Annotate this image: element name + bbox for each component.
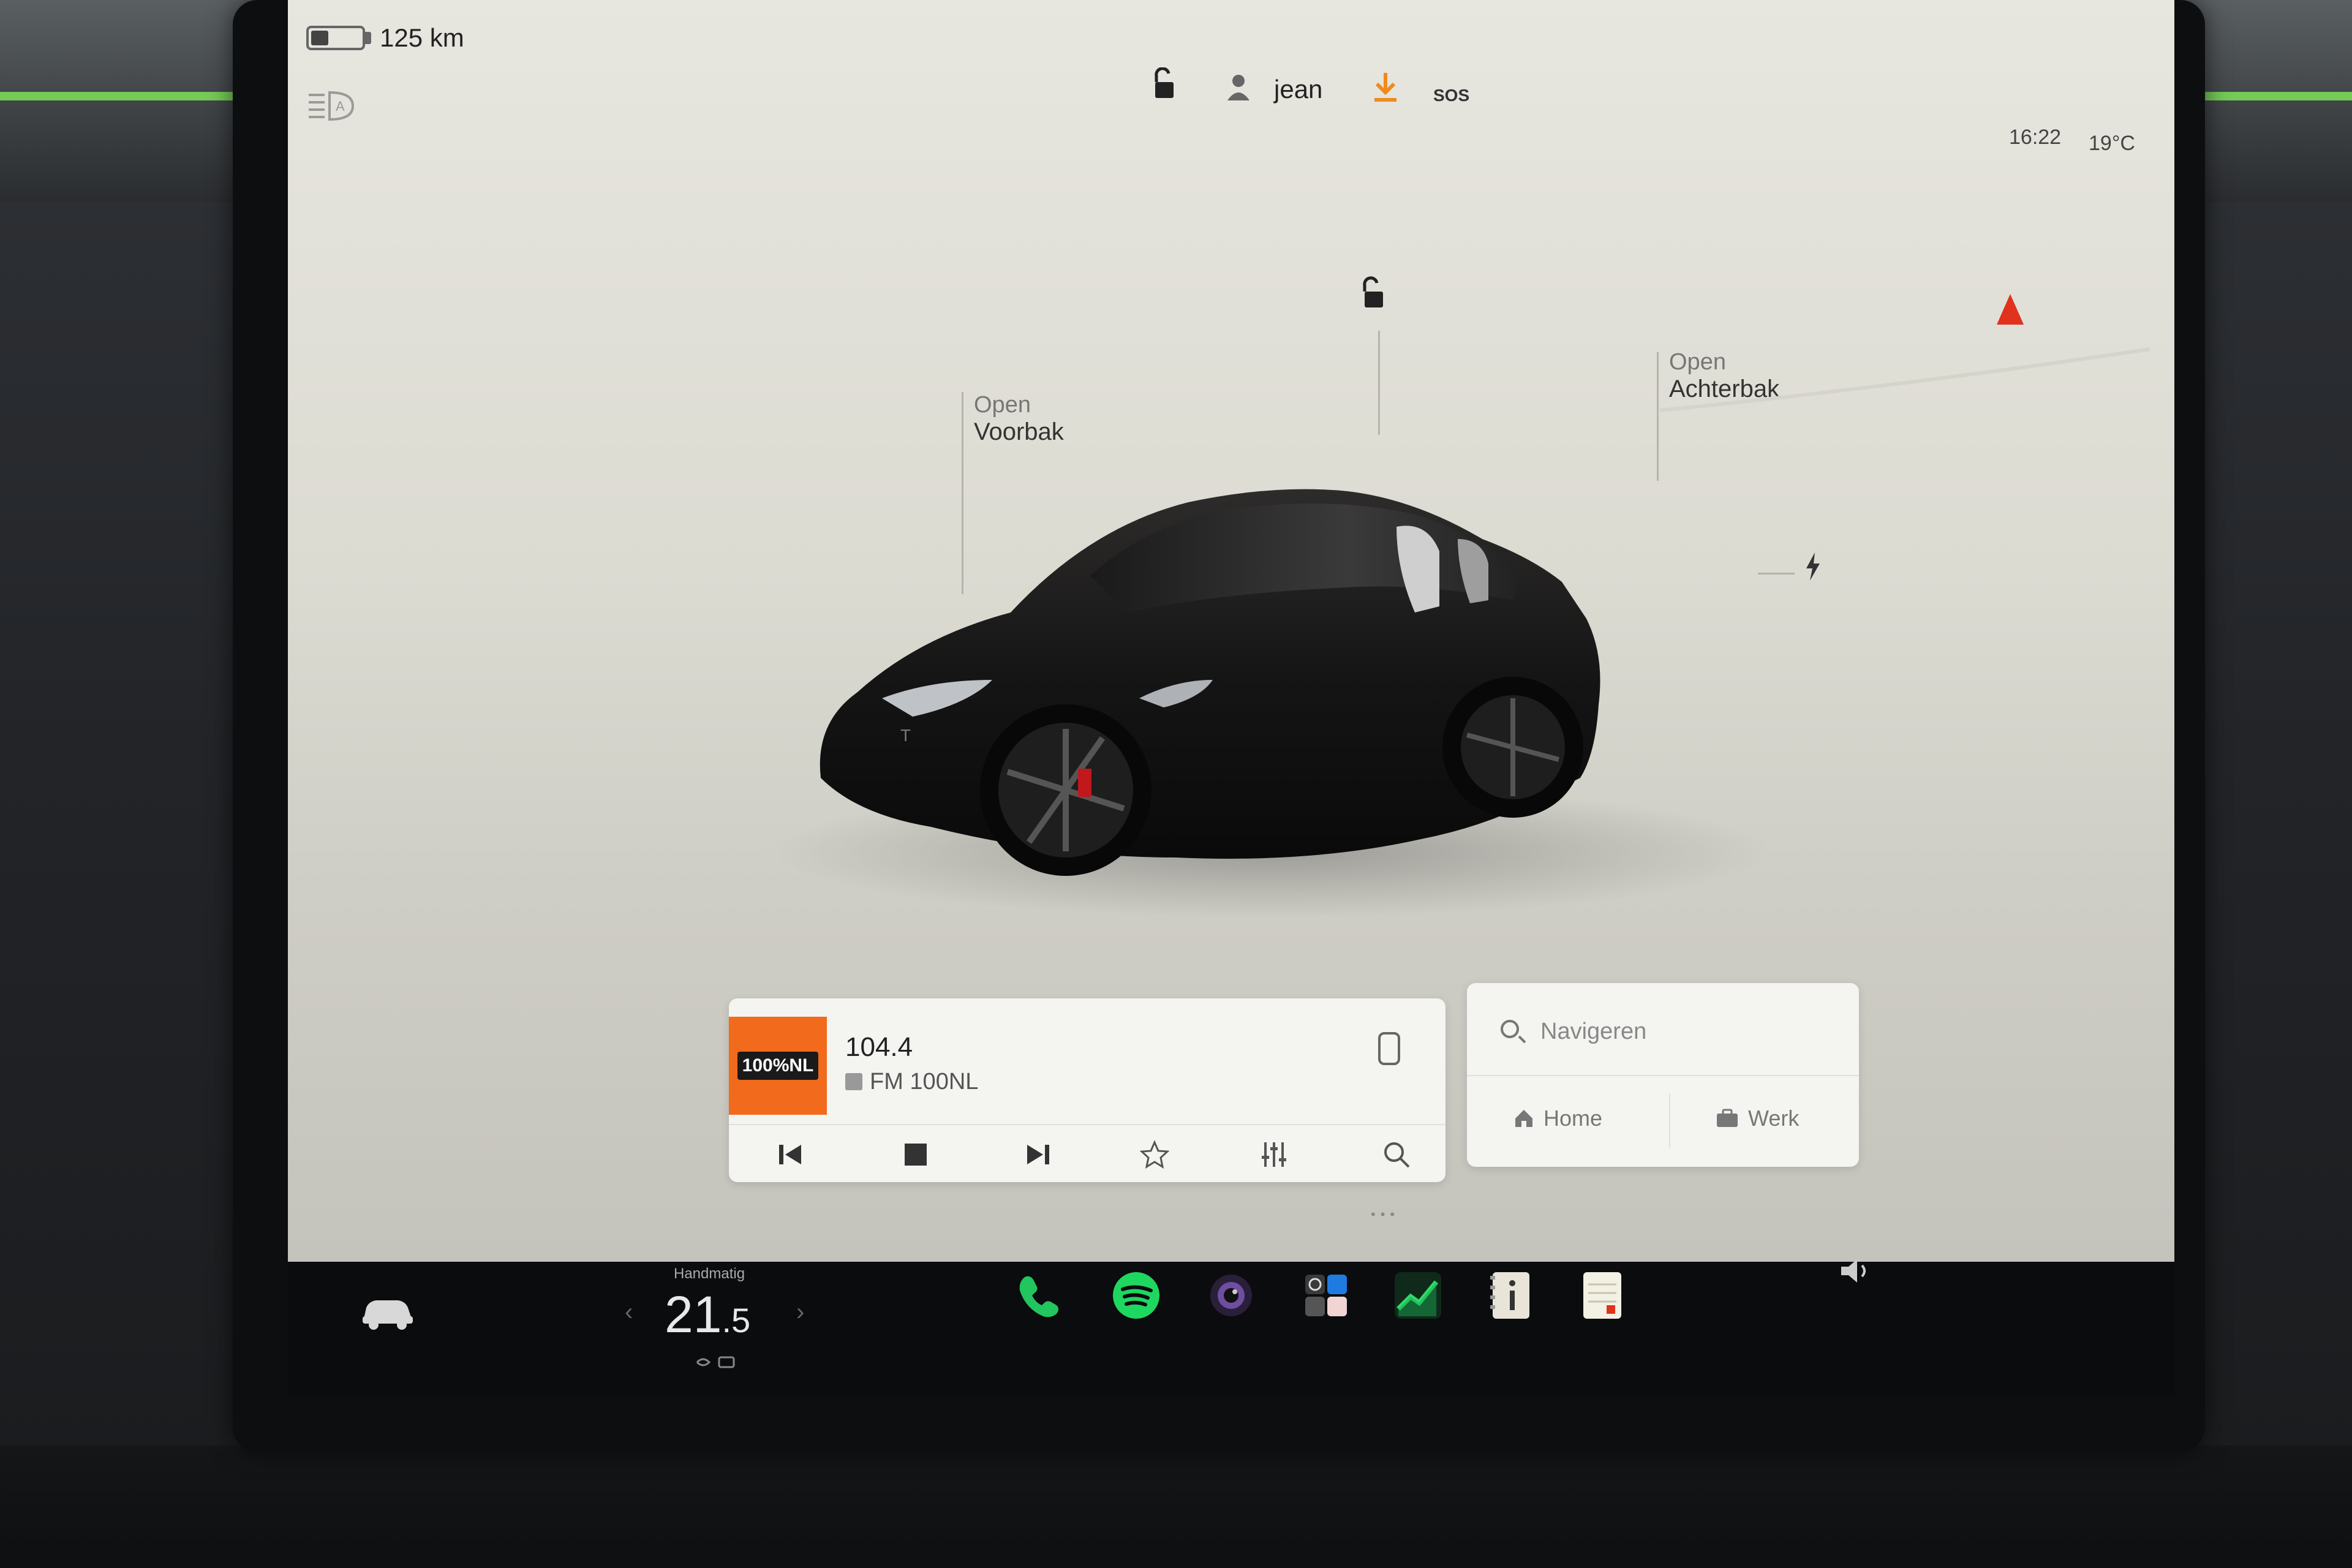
outside-temperature: 19°C [2089,132,2135,155]
bottom-dock: ‹ Handmatig 21.5 › [288,1259,2174,1396]
home-shortcut-label: Home [1544,1106,1603,1131]
software-update-icon[interactable] [1372,70,1399,111]
search-icon [1501,1020,1519,1038]
seat-heater-icon[interactable] [692,1354,741,1376]
previous-track-button[interactable] [772,1136,809,1173]
sos-button[interactable]: SOS [1433,86,1469,105]
volume-icon[interactable] [1838,1256,1874,1294]
frunk-action: Open [974,392,1031,418]
media-divider [729,1124,1446,1125]
range-text[interactable]: 125 km [380,23,464,53]
stop-button[interactable] [897,1136,934,1173]
navigation-card: Navigeren Home Werk [1467,983,1859,1167]
home-icon [1515,1110,1532,1127]
spotify-app-icon[interactable] [1109,1268,1164,1323]
navigation-arrow-icon [1997,294,2024,325]
cabin-temperature[interactable]: 21.5 [665,1285,750,1344]
navigate-search-input[interactable]: Navigeren [1540,1019,1646,1045]
equalizer-icon[interactable] [1256,1136,1292,1173]
cabin-background-bottom [0,1446,2352,1568]
vehicle-model-image[interactable]: T [809,435,1850,903]
favorite-star-icon[interactable] [1136,1136,1173,1173]
notes-app-icon[interactable] [1574,1268,1629,1323]
cabin-background-left [0,202,233,1568]
station-name: FM 100NL [870,1069,979,1095]
work-shortcut-button[interactable]: Werk [1715,1106,1799,1131]
touchscreen: 125 km A jean SOS 16:22 19°C Open Voorba… [288,0,2174,1262]
battery-icon[interactable] [306,26,365,50]
temp-increase-chevron-icon[interactable]: › [796,1298,804,1326]
next-track-button[interactable] [1020,1136,1057,1173]
clock: 16:22 [2009,126,2062,149]
svg-text:T: T [900,726,911,745]
driver-profile-icon[interactable] [1225,72,1256,110]
driver-profile-name[interactable]: jean [1274,75,1322,104]
hvac-mode-label: Handmatig [674,1265,745,1282]
station-logo[interactable]: 100%NL [729,1017,827,1115]
home-shortcut-button[interactable]: Home [1513,1106,1602,1131]
card-page-indicator[interactable]: ••• [1371,1207,1400,1223]
energy-app-icon[interactable] [1390,1268,1446,1323]
car-unlock-icon[interactable] [1360,276,1387,313]
svg-text:A: A [336,99,345,114]
briefcase-icon [1717,1109,1738,1127]
station-logo-text: 100%NL [737,1052,819,1080]
nav-divider [1467,1075,1859,1076]
media-search-icon[interactable] [1378,1136,1415,1173]
cabin-temp-whole: 21 [665,1286,722,1343]
map-road-hint [1659,337,2150,423]
manual-info-app-icon[interactable] [1482,1268,1537,1323]
lock-leader-line [1378,331,1380,435]
cabin-temp-decimal: .5 [722,1301,751,1340]
media-source-icon[interactable] [1378,1032,1400,1065]
media-player-card[interactable]: 100%NL 104.4 FM 100NL [729,998,1446,1182]
unlock-icon[interactable] [1152,67,1176,100]
radio-source-icon [845,1073,862,1090]
battery-tip [365,32,371,44]
shortcut-divider [1669,1093,1670,1148]
phone-app-icon[interactable] [1011,1268,1066,1323]
station-frequency: 104.4 [845,1032,913,1062]
work-shortcut-label: Werk [1748,1106,1800,1131]
car-controls-icon[interactable] [360,1289,415,1332]
camera-app-icon[interactable] [1204,1268,1259,1323]
temp-decrease-chevron-icon[interactable]: ‹ [625,1298,633,1326]
auto-headlight-icon[interactable]: A [306,89,355,123]
toybox-app-icon[interactable] [1298,1268,1354,1323]
